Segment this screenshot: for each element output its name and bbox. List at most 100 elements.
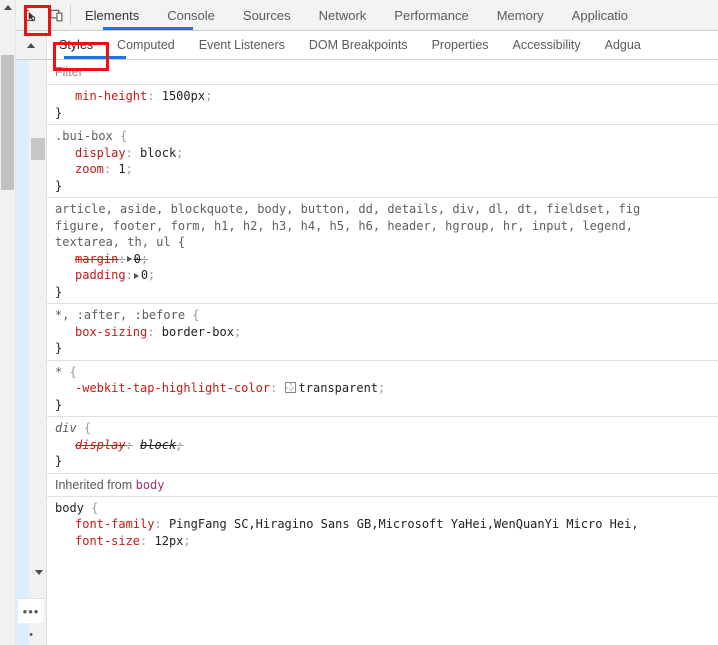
property-name[interactable]: padding [75, 268, 126, 282]
css-rule-div-user-agent[interactable]: div { display: block; } [47, 417, 718, 474]
tab-console[interactable]: Console [153, 0, 229, 30]
rule-selector-line[interactable]: * { [47, 364, 718, 381]
css-rule-body[interactable]: body { font-family: PingFang SC,Hiragino… [47, 497, 718, 553]
tab-network[interactable]: Network [305, 0, 381, 30]
expand-arrow-icon[interactable] [134, 273, 139, 279]
property-value[interactable]: 1 [118, 162, 125, 176]
property-value[interactable]: block [140, 438, 176, 452]
tab-sources[interactable]: Sources [229, 0, 305, 30]
css-rule-bui-box[interactable]: .bui-box { display: block; zoom: 1; } [47, 125, 718, 198]
more-tools-button[interactable]: ••• [18, 598, 44, 623]
property-value[interactable]: 0 [141, 268, 148, 282]
transparent-color-swatch-icon[interactable] [285, 382, 296, 393]
selector-text[interactable]: *, :after, :before [55, 308, 185, 322]
property-name[interactable]: zoom [75, 162, 104, 176]
selector-text[interactable]: body [55, 501, 84, 515]
device-toolbar-icon [49, 8, 64, 23]
property-value[interactable]: block [140, 146, 176, 160]
tab-accessibility[interactable]: Accessibility [501, 31, 593, 59]
rule-selector-line-3[interactable]: textarea, th, ul { [47, 234, 718, 251]
styles-filter-bar[interactable]: Filter [47, 60, 718, 85]
inherited-label: Inherited from [55, 478, 132, 492]
inspect-element-button[interactable] [16, 0, 43, 30]
tab-event-listeners[interactable]: Event Listeners [187, 31, 297, 59]
open-brace: { [192, 308, 199, 322]
declaration-box-sizing[interactable]: box-sizing: border-box; [47, 324, 718, 341]
rule-close-brace: } [47, 453, 718, 470]
rule-selector-line[interactable]: *, :after, :before { [47, 307, 718, 324]
property-name[interactable]: display [75, 146, 126, 160]
selector-text[interactable]: div [55, 421, 77, 435]
device-toolbar-button[interactable] [43, 0, 70, 30]
open-brace: { [84, 421, 91, 435]
declaration-display[interactable]: display: block; [47, 437, 718, 454]
tab-styles[interactable]: Styles [47, 31, 105, 59]
inspect-element-icon [22, 8, 37, 23]
declaration-margin[interactable]: margin:0; [47, 251, 718, 268]
styles-sidebar-toolbar: Styles Computed Event Listeners DOM Brea… [16, 31, 718, 60]
styles-scrollbar[interactable] [30, 60, 46, 645]
css-rule-partial-top[interactable]: min-height: 1500px; } [47, 85, 718, 125]
rule-selector-line[interactable]: .bui-box { [47, 128, 718, 145]
page-scrollbar[interactable] [0, 0, 16, 645]
styles-scrollbar-thumb[interactable] [31, 138, 45, 160]
declaration-font-family[interactable]: font-family: PingFang SC,Hiragino Sans G… [47, 516, 718, 533]
rule-selector-line-1[interactable]: article, aside, blockquote, body, button… [47, 201, 718, 218]
inherited-from-header: Inherited from body [47, 474, 718, 497]
tab-memory[interactable]: Memory [483, 0, 558, 30]
selector-text[interactable]: .bui-box [55, 129, 113, 143]
property-value[interactable]: 0 [134, 252, 141, 266]
selector-text[interactable]: * [55, 365, 62, 379]
property-value[interactable]: PingFang SC,Hiragino Sans GB,Microsoft Y… [169, 517, 639, 531]
sidebar-scroll-gutter-top[interactable] [16, 31, 47, 59]
tab-computed[interactable]: Computed [105, 31, 187, 59]
property-name[interactable]: font-family [75, 517, 154, 531]
scroll-up-arrow-icon[interactable] [0, 0, 15, 15]
css-rule-reset[interactable]: article, aside, blockquote, body, button… [47, 198, 718, 304]
rule-selector-line[interactable]: div { [47, 420, 718, 437]
devtools-screenshot: Elements Console Sources Network Perform… [0, 0, 718, 645]
tab-application[interactable]: Applicatio [558, 0, 642, 30]
declaration-tap-highlight-color[interactable]: -webkit-tap-highlight-color: transparent… [47, 380, 718, 397]
tab-dom-breakpoints[interactable]: DOM Breakpoints [297, 31, 420, 59]
css-rules-list: min-height: 1500px; } .bui-box { display… [47, 85, 718, 552]
devtools-panel: Elements Console Sources Network Perform… [16, 0, 718, 645]
styles-panel-body: ••• • Filter min-height: 1500px; } [16, 60, 718, 645]
declaration-display[interactable]: display: block; [47, 145, 718, 162]
open-brace: { [120, 129, 127, 143]
property-name[interactable]: min-height [75, 89, 147, 103]
inherited-source-element[interactable]: body [136, 478, 165, 492]
rule-selector-line-2[interactable]: figure, footer, form, h1, h2, h3, h4, h5… [47, 218, 718, 235]
css-rule-universal[interactable]: * { -webkit-tap-highlight-color: transpa… [47, 361, 718, 418]
declaration-font-size[interactable]: font-size: 12px; [47, 533, 718, 550]
property-name[interactable]: font-size [75, 534, 140, 548]
triangle-up-icon [27, 43, 35, 48]
selector-text[interactable]: figure, footer, form, h1, h2, h3, h4, h5… [55, 219, 633, 233]
rule-selector-line[interactable]: body { [47, 500, 718, 517]
gutter-bottom-marker: • [16, 625, 46, 645]
property-name[interactable]: display [75, 438, 126, 452]
tab-elements[interactable]: Elements [71, 0, 153, 30]
triangle-down-icon [35, 570, 43, 592]
declaration-padding[interactable]: padding:0; [47, 267, 718, 284]
property-name[interactable]: margin [75, 252, 118, 266]
rule-close-brace: } [47, 178, 718, 195]
selector-text[interactable]: textarea, th, ul { [55, 235, 185, 249]
declaration-min-height[interactable]: min-height: 1500px; [47, 88, 718, 105]
property-name[interactable]: -webkit-tap-highlight-color [75, 381, 270, 395]
property-value[interactable]: border-box [162, 325, 234, 339]
declaration-zoom[interactable]: zoom: 1; [47, 161, 718, 178]
tab-adguard[interactable]: Adgua [593, 31, 653, 59]
tab-performance[interactable]: Performance [380, 0, 482, 30]
selector-text[interactable]: article, aside, blockquote, body, button… [55, 202, 640, 216]
page-scrollbar-thumb[interactable] [1, 55, 14, 190]
property-name[interactable]: box-sizing [75, 325, 147, 339]
scroll-down-arrow-icon[interactable] [35, 575, 43, 593]
property-value[interactable]: transparent [299, 381, 378, 395]
property-value[interactable]: 1500px [162, 89, 205, 103]
expand-arrow-icon[interactable] [127, 256, 132, 262]
css-rule-universal-pseudo[interactable]: *, :after, :before { box-sizing: border-… [47, 304, 718, 361]
property-value[interactable]: 12px [155, 534, 184, 548]
rule-close-brace: } [47, 105, 718, 122]
tab-properties[interactable]: Properties [420, 31, 501, 59]
